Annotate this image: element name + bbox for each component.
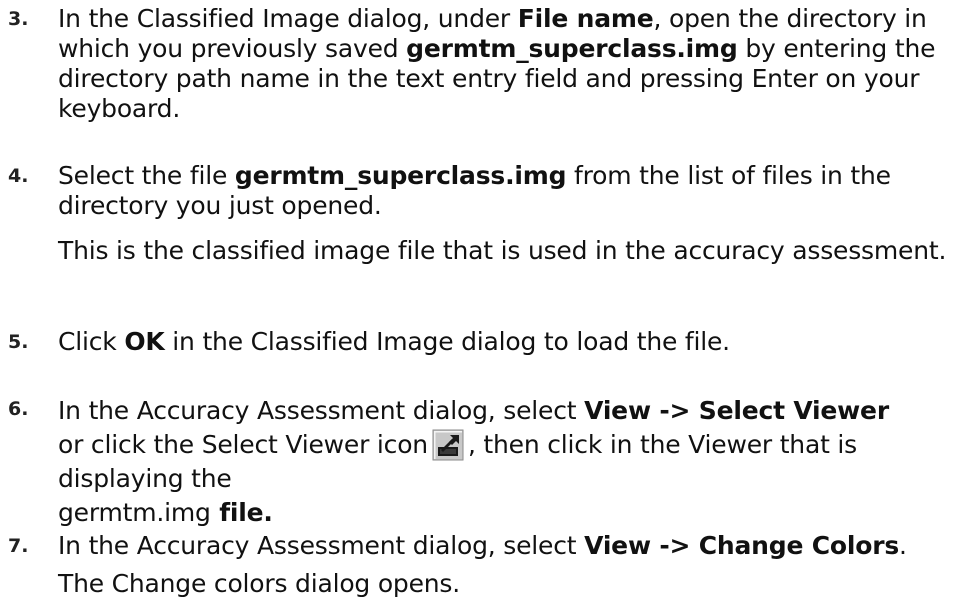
step-note: This is the classified image file that i… <box>58 236 947 265</box>
step-text: In the Accuracy Assessment dialog, selec… <box>58 531 907 560</box>
step-note: The Change colors dialog opens. <box>58 569 460 598</box>
step-text: Select the file germtm_superclass.img fr… <box>58 161 891 220</box>
step-text: In the Classified Image dialog, under Fi… <box>58 4 936 123</box>
select-viewer-icon <box>432 429 464 461</box>
step-text: Click OK in the Classified Image dialog … <box>58 327 730 356</box>
step-number: 4. <box>8 165 29 187</box>
step-number: 7. <box>8 535 29 557</box>
step-number: 5. <box>8 331 29 353</box>
step-text: In the Accuracy Assessment dialog, selec… <box>58 396 889 527</box>
step-number: 6. <box>8 398 29 420</box>
step-number: 3. <box>8 8 29 30</box>
